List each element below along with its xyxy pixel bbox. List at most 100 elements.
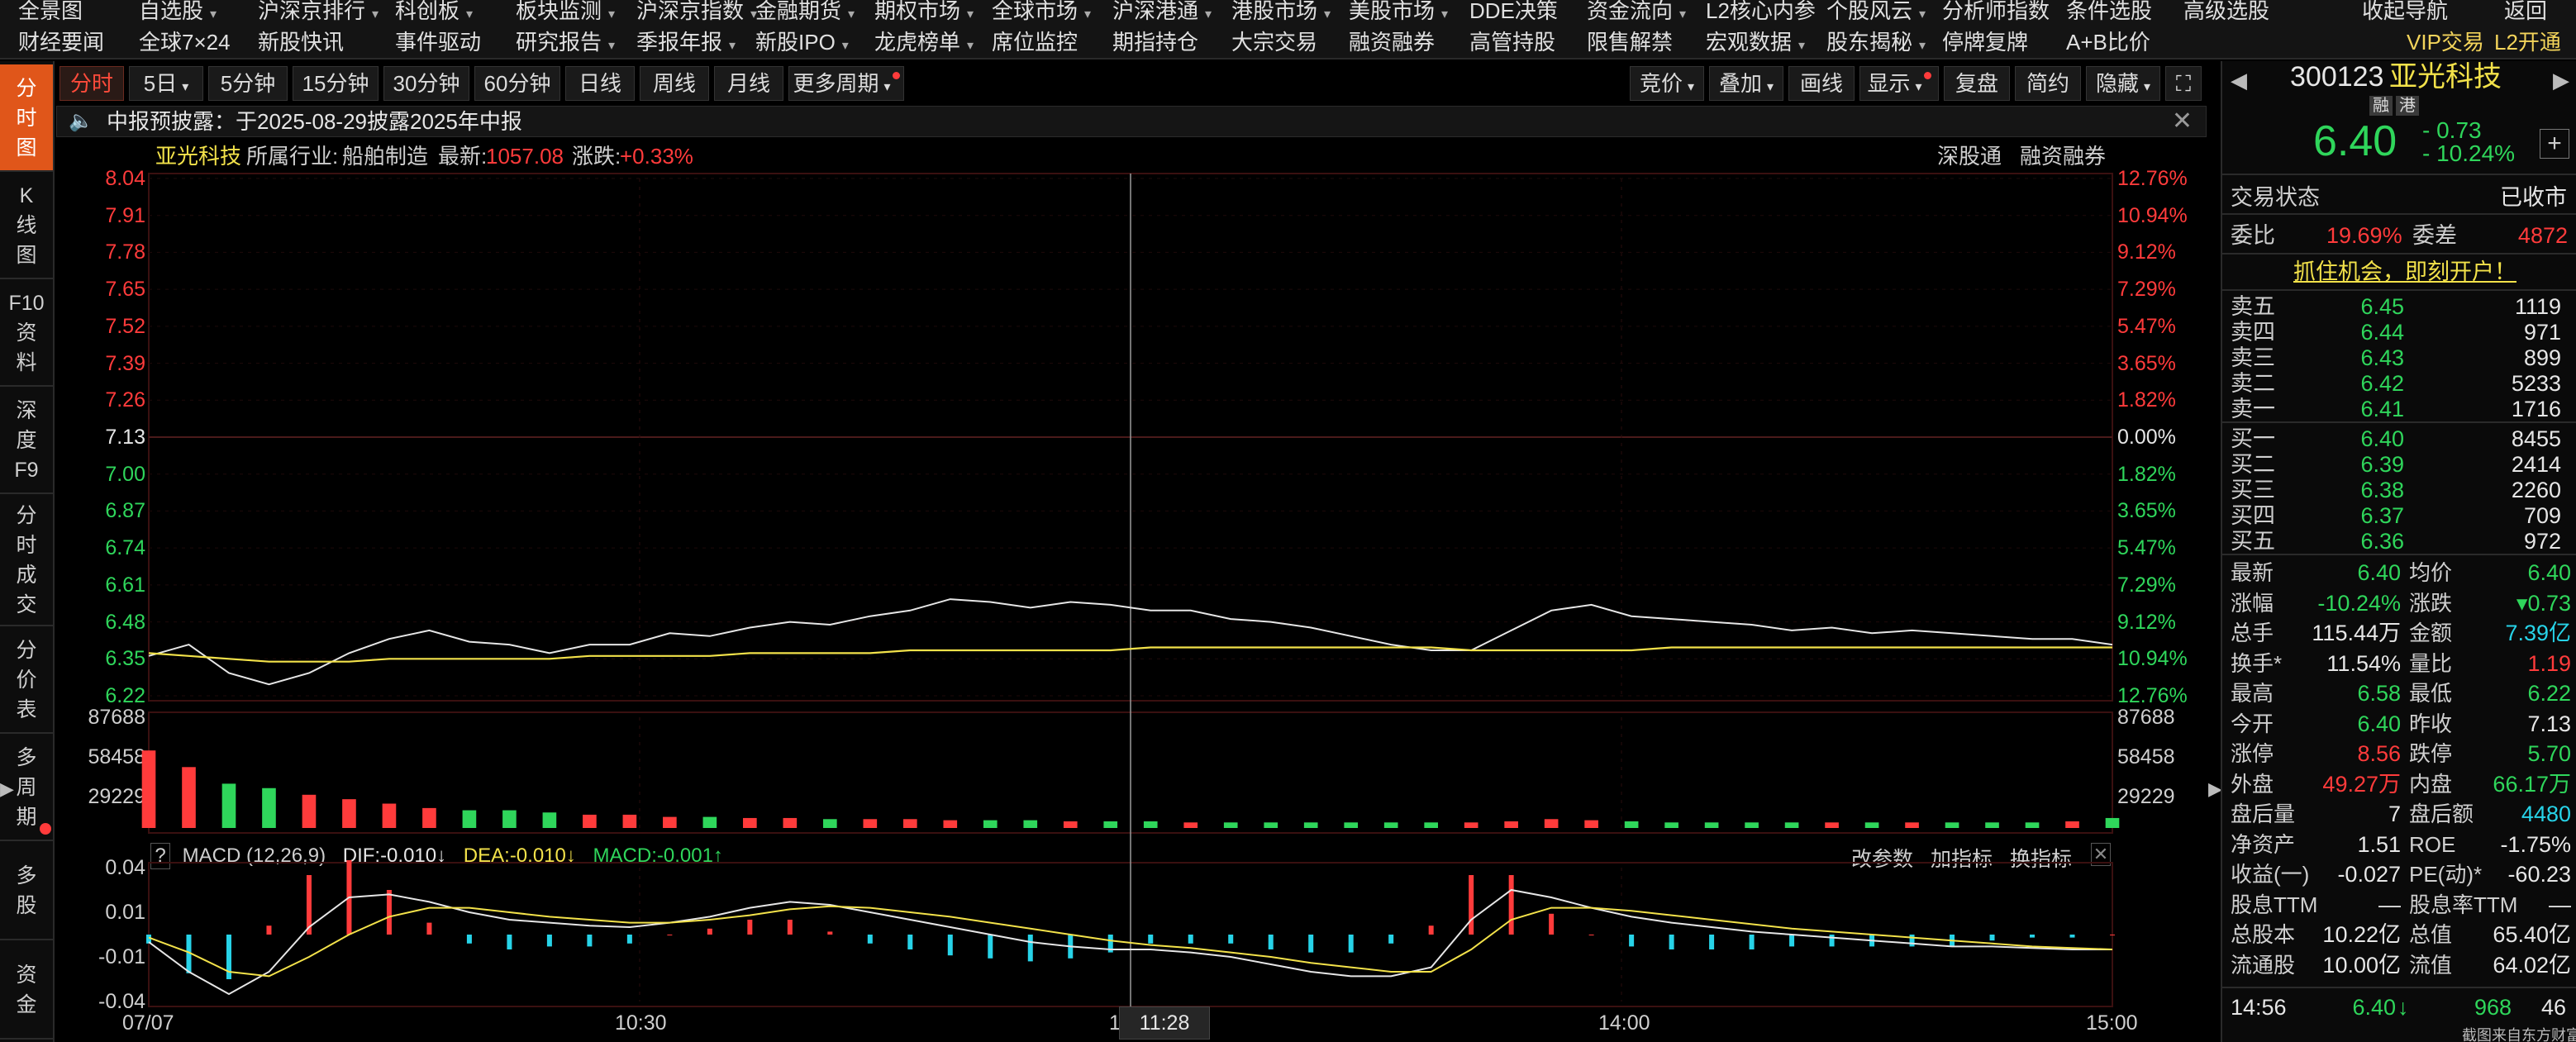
macd-bar — [1749, 935, 1755, 949]
macd-bar — [1909, 935, 1915, 947]
time-label-1500: 15:00 — [2086, 1011, 2138, 1035]
ask-level-label: 卖一 — [2231, 397, 2275, 421]
macd-bar — [546, 935, 552, 947]
macd-bar — [1629, 935, 1635, 947]
volume-bar — [502, 810, 517, 828]
stat-value: 5.70 — [2527, 741, 2571, 766]
volume-bar — [1704, 822, 1719, 828]
intraday-chart[interactable] — [0, 0, 2215, 1042]
macd-bar — [707, 928, 712, 935]
volume-bar — [382, 803, 397, 828]
prev-stock-arrow[interactable]: ◀ — [2231, 66, 2247, 94]
volume-bar — [863, 819, 878, 828]
stat-label: 收益(一) — [2231, 862, 2310, 887]
volume-bar — [1303, 822, 1318, 828]
stat-value: 1.51 — [2357, 831, 2401, 857]
stat-label: 盘后量 — [2231, 802, 2296, 826]
macd-bar — [1989, 935, 1995, 941]
macd-bar — [1709, 935, 1715, 949]
weicha-value: 4872 — [2517, 223, 2568, 248]
stat-label: 流值 — [2409, 952, 2453, 978]
menu-item[interactable]: VIP交易 — [2407, 28, 2484, 56]
stat-value: 6.58 — [2357, 681, 2401, 706]
open-account-promo[interactable]: 抓住机会，即刻开户！ — [2293, 258, 2516, 286]
time-label-1030: 10:30 — [615, 1011, 667, 1035]
volume-bar — [1985, 822, 1999, 828]
stat-value: -0.027 — [2337, 862, 2401, 887]
macd-bar — [587, 935, 593, 947]
ask-level-label: 卖五 — [2231, 294, 2275, 319]
bid-price: 6.40 — [2360, 426, 2404, 451]
volume-bar — [221, 783, 236, 828]
macd-bar — [1348, 935, 1354, 953]
volume-bar — [1464, 822, 1478, 828]
stat-label: 今开 — [2231, 711, 2274, 736]
volume-bar — [1905, 822, 1919, 828]
ask-price: 6.43 — [2360, 345, 2404, 370]
tick-direction: ↓ — [2397, 995, 2409, 1020]
macd-bar — [1268, 935, 1274, 949]
bid-level-label: 买四 — [2231, 503, 2275, 528]
bid-level-label: 买一 — [2231, 426, 2275, 451]
tick-count: 46 — [2540, 995, 2566, 1020]
stat-value: ▾0.73 — [2516, 590, 2571, 616]
stock-name: 亚光科技 — [2389, 61, 2502, 93]
stat-value: 7.39亿 — [2505, 621, 2571, 645]
volume-bar — [2025, 822, 2040, 828]
stat-value: 6.40 — [2527, 560, 2571, 585]
stat-label: 跌停 — [2409, 741, 2453, 766]
stat-label: 涨停 — [2231, 741, 2274, 766]
stat-label: 量比 — [2409, 650, 2453, 676]
current-price: 6.40 — [2313, 117, 2397, 165]
stat-label: 盘后额 — [2409, 802, 2474, 826]
right-collapse-arrow[interactable]: ▶ — [2208, 768, 2222, 810]
macd-bar — [386, 890, 392, 935]
stat-label: 总值 — [2409, 922, 2453, 947]
macd-bar — [626, 935, 632, 944]
bid-volume: 709 — [2523, 503, 2561, 528]
stat-value: 6.22 — [2527, 681, 2571, 706]
macd-bar — [2069, 935, 2075, 938]
volume-bar — [1784, 822, 1799, 828]
stat-value: 7 — [2388, 802, 2401, 826]
bid-level-label: 买三 — [2231, 478, 2275, 502]
macd-bar — [266, 925, 272, 935]
macd-bar — [827, 931, 833, 935]
bid-volume: 8455 — [2511, 426, 2561, 451]
menu-label: 收起导航 — [2362, 0, 2449, 23]
macd-bar — [1549, 913, 1555, 935]
volume-bar — [1063, 821, 1078, 828]
ask-price: 6.41 — [2360, 397, 2404, 421]
stat-label: ROE — [2409, 831, 2456, 857]
stat-label: 总手 — [2231, 621, 2274, 645]
bid-price: 6.37 — [2360, 503, 2404, 528]
volume-bar — [1945, 822, 1959, 828]
volume-bar — [663, 816, 677, 828]
menu-item[interactable]: 收起导航 — [2362, 0, 2448, 25]
weicha-label: 委差 — [2412, 223, 2457, 248]
macd-bar — [947, 935, 953, 956]
macd-bar — [1228, 935, 1234, 944]
bid-volume: 2260 — [2511, 478, 2561, 502]
volume-bar — [1103, 821, 1118, 828]
stat-value: 10.22亿 — [2322, 922, 2401, 947]
tick-volume: 968 — [2474, 995, 2512, 1020]
stat-value: 66.17万 — [2493, 771, 2571, 797]
menu-label: 返回 — [2504, 0, 2548, 23]
macd-bar — [907, 935, 913, 949]
volume-bar — [1223, 822, 1238, 828]
menu-item[interactable]: L2开通 — [2494, 28, 2561, 56]
menu-label: L2开通 — [2494, 30, 2561, 55]
macd-bar — [1428, 925, 1434, 935]
macd-bar — [1469, 875, 1474, 935]
stat-label: 净资产 — [2231, 831, 2296, 857]
menu-item[interactable]: 返回 — [2504, 0, 2547, 25]
macd-bar — [747, 920, 753, 935]
bid-level-label: 买二 — [2231, 452, 2275, 477]
macd-bar — [1388, 935, 1394, 944]
trade-status-label: 交易状态 — [2231, 185, 2320, 210]
add-watchlist-button[interactable]: + — [2540, 129, 2569, 159]
volume-bar — [1143, 821, 1158, 828]
macd-bar — [1188, 935, 1193, 944]
next-stock-arrow[interactable]: ▶ — [2553, 66, 2569, 94]
